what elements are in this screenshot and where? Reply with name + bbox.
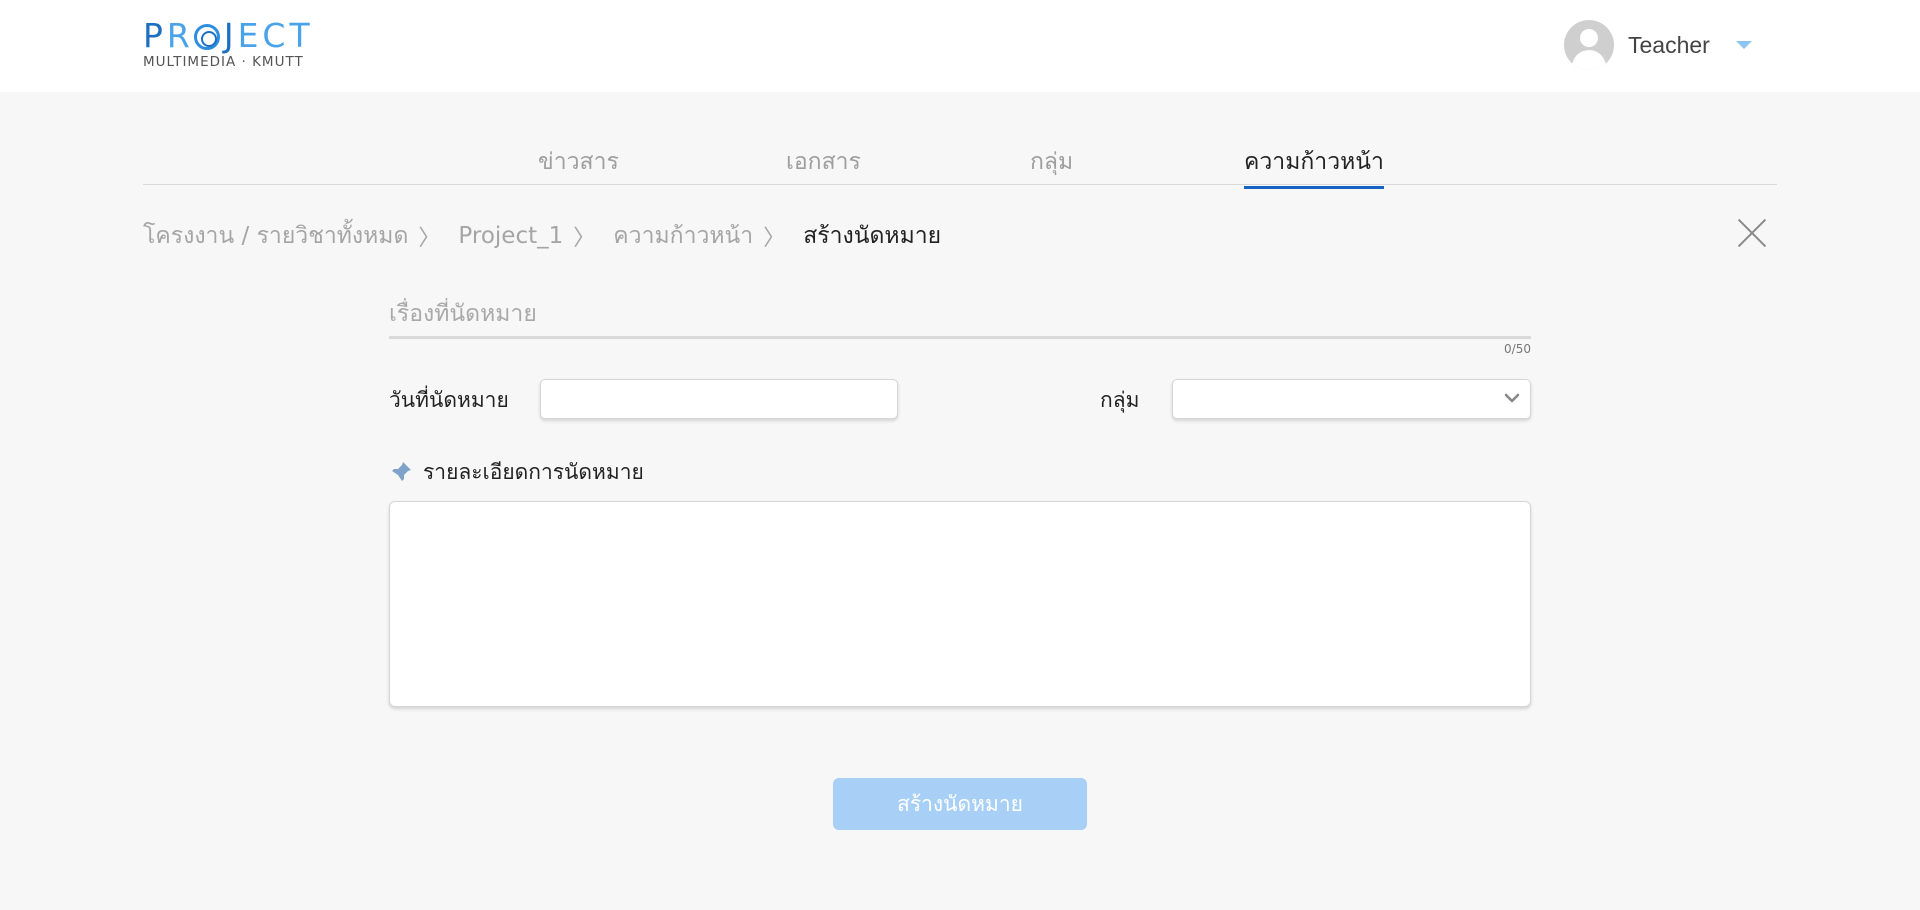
- tab-groups[interactable]: กลุ่ม: [1030, 144, 1073, 186]
- breadcrumb-separator: 〉: [418, 226, 441, 251]
- create-appointment-button[interactable]: สร้างนัดหมาย: [833, 778, 1087, 830]
- breadcrumb-current: สร้างนัดหมาย: [803, 223, 942, 249]
- detail-label: รายละเอียดการนัดหมาย: [389, 456, 644, 488]
- breadcrumb-separator: 〉: [763, 226, 786, 251]
- breadcrumb-project[interactable]: Project_1: [458, 223, 563, 249]
- tab-documents[interactable]: เอกสาร: [786, 144, 861, 186]
- project-logo[interactable]: PR JECT MULTIMEDIA · KMUTT: [143, 18, 323, 74]
- date-label: วันที่นัดหมาย: [389, 388, 509, 412]
- logo-ring-icon: [193, 24, 220, 50]
- logo-subtitle: MULTIMEDIA · KMUTT: [143, 54, 304, 70]
- header: PR JECT MULTIMEDIA · KMUTT Teacher: [0, 0, 1920, 92]
- title-char-counter: 0/50: [1504, 342, 1531, 356]
- breadcrumb-projects[interactable]: โครงงาน / รายวิชาทั้งหมด: [143, 218, 408, 254]
- breadcrumb-progress[interactable]: ความก้าวหน้า: [613, 218, 753, 254]
- user-menu[interactable]: Teacher: [1564, 20, 1764, 70]
- tab-bar: ข่าวสาร เอกสาร กลุ่ม ความก้าวหน้า: [143, 140, 1777, 189]
- breadcrumb-separator: 〉: [573, 226, 596, 251]
- tab-progress[interactable]: ความก้าวหน้า: [1244, 144, 1384, 189]
- avatar-icon: [1564, 20, 1614, 70]
- group-label: กลุ่ม: [1100, 388, 1140, 412]
- breadcrumb: โครงงาน / รายวิชาทั้งหมด 〉 Project_1 〉 ค…: [143, 218, 941, 254]
- detail-textarea[interactable]: [389, 501, 1531, 707]
- select-chevron-icon: [1504, 393, 1520, 403]
- appointment-title-input[interactable]: [389, 298, 1531, 339]
- detail-label-text: รายละเอียดการนัดหมาย: [423, 459, 644, 484]
- date-input[interactable]: [540, 379, 898, 419]
- group-select[interactable]: [1172, 379, 1531, 419]
- pin-icon: [391, 462, 411, 482]
- user-name: Teacher: [1628, 31, 1710, 58]
- chevron-down-icon: [1735, 41, 1752, 49]
- tab-news[interactable]: ข่าวสาร: [538, 144, 619, 186]
- logo-wordmark: PR JECT: [143, 16, 314, 55]
- close-icon[interactable]: [1736, 217, 1768, 249]
